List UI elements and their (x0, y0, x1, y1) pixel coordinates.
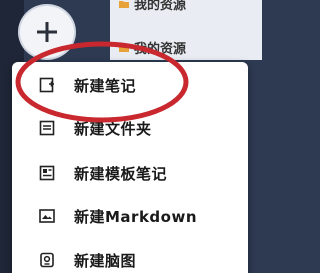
folder-icon (118, 0, 130, 10)
plus-icon (37, 22, 57, 42)
new-item-button[interactable] (20, 6, 74, 58)
template-note-icon (38, 164, 56, 182)
menu-item-new-mindmap[interactable]: 新建脑图 (12, 243, 248, 273)
menu-item-label: 新建文件夹 (74, 119, 152, 138)
new-item-menu: 新建笔记 新建文件夹 新建模板笔记 新建Markdown 新建脑图 (12, 62, 248, 273)
notes-folder-list: 我的资源 我的资源 (110, 0, 262, 60)
menu-item-label: 新建脑图 (74, 251, 137, 270)
menu-item-new-folder[interactable]: 新建文件夹 (12, 111, 248, 145)
folder-list-item-label: 我的资源 (134, 0, 187, 13)
new-folder-icon (38, 119, 56, 137)
markdown-icon (38, 207, 56, 225)
screenshot-stage: 我的资源 我的资源 新建笔记 新建文件夹 新建模板笔记 新建Markdown 新… (0, 0, 262, 273)
new-note-icon (38, 76, 56, 94)
menu-item-label: 新建笔记 (74, 76, 137, 95)
menu-item-label: 新建Markdown (74, 207, 198, 226)
folder-list-item-label: 我的资源 (134, 42, 187, 57)
menu-item-label: 新建模板笔记 (74, 164, 168, 183)
folder-list-item[interactable]: 我的资源 (118, 0, 186, 13)
mindmap-icon (38, 251, 56, 269)
menu-item-new-template-note[interactable]: 新建模板笔记 (12, 156, 248, 190)
folder-list-item[interactable]: 我的资源 (118, 38, 186, 57)
menu-item-new-markdown[interactable]: 新建Markdown (12, 199, 248, 233)
folder-icon (118, 42, 130, 54)
menu-item-new-note[interactable]: 新建笔记 (12, 68, 248, 102)
